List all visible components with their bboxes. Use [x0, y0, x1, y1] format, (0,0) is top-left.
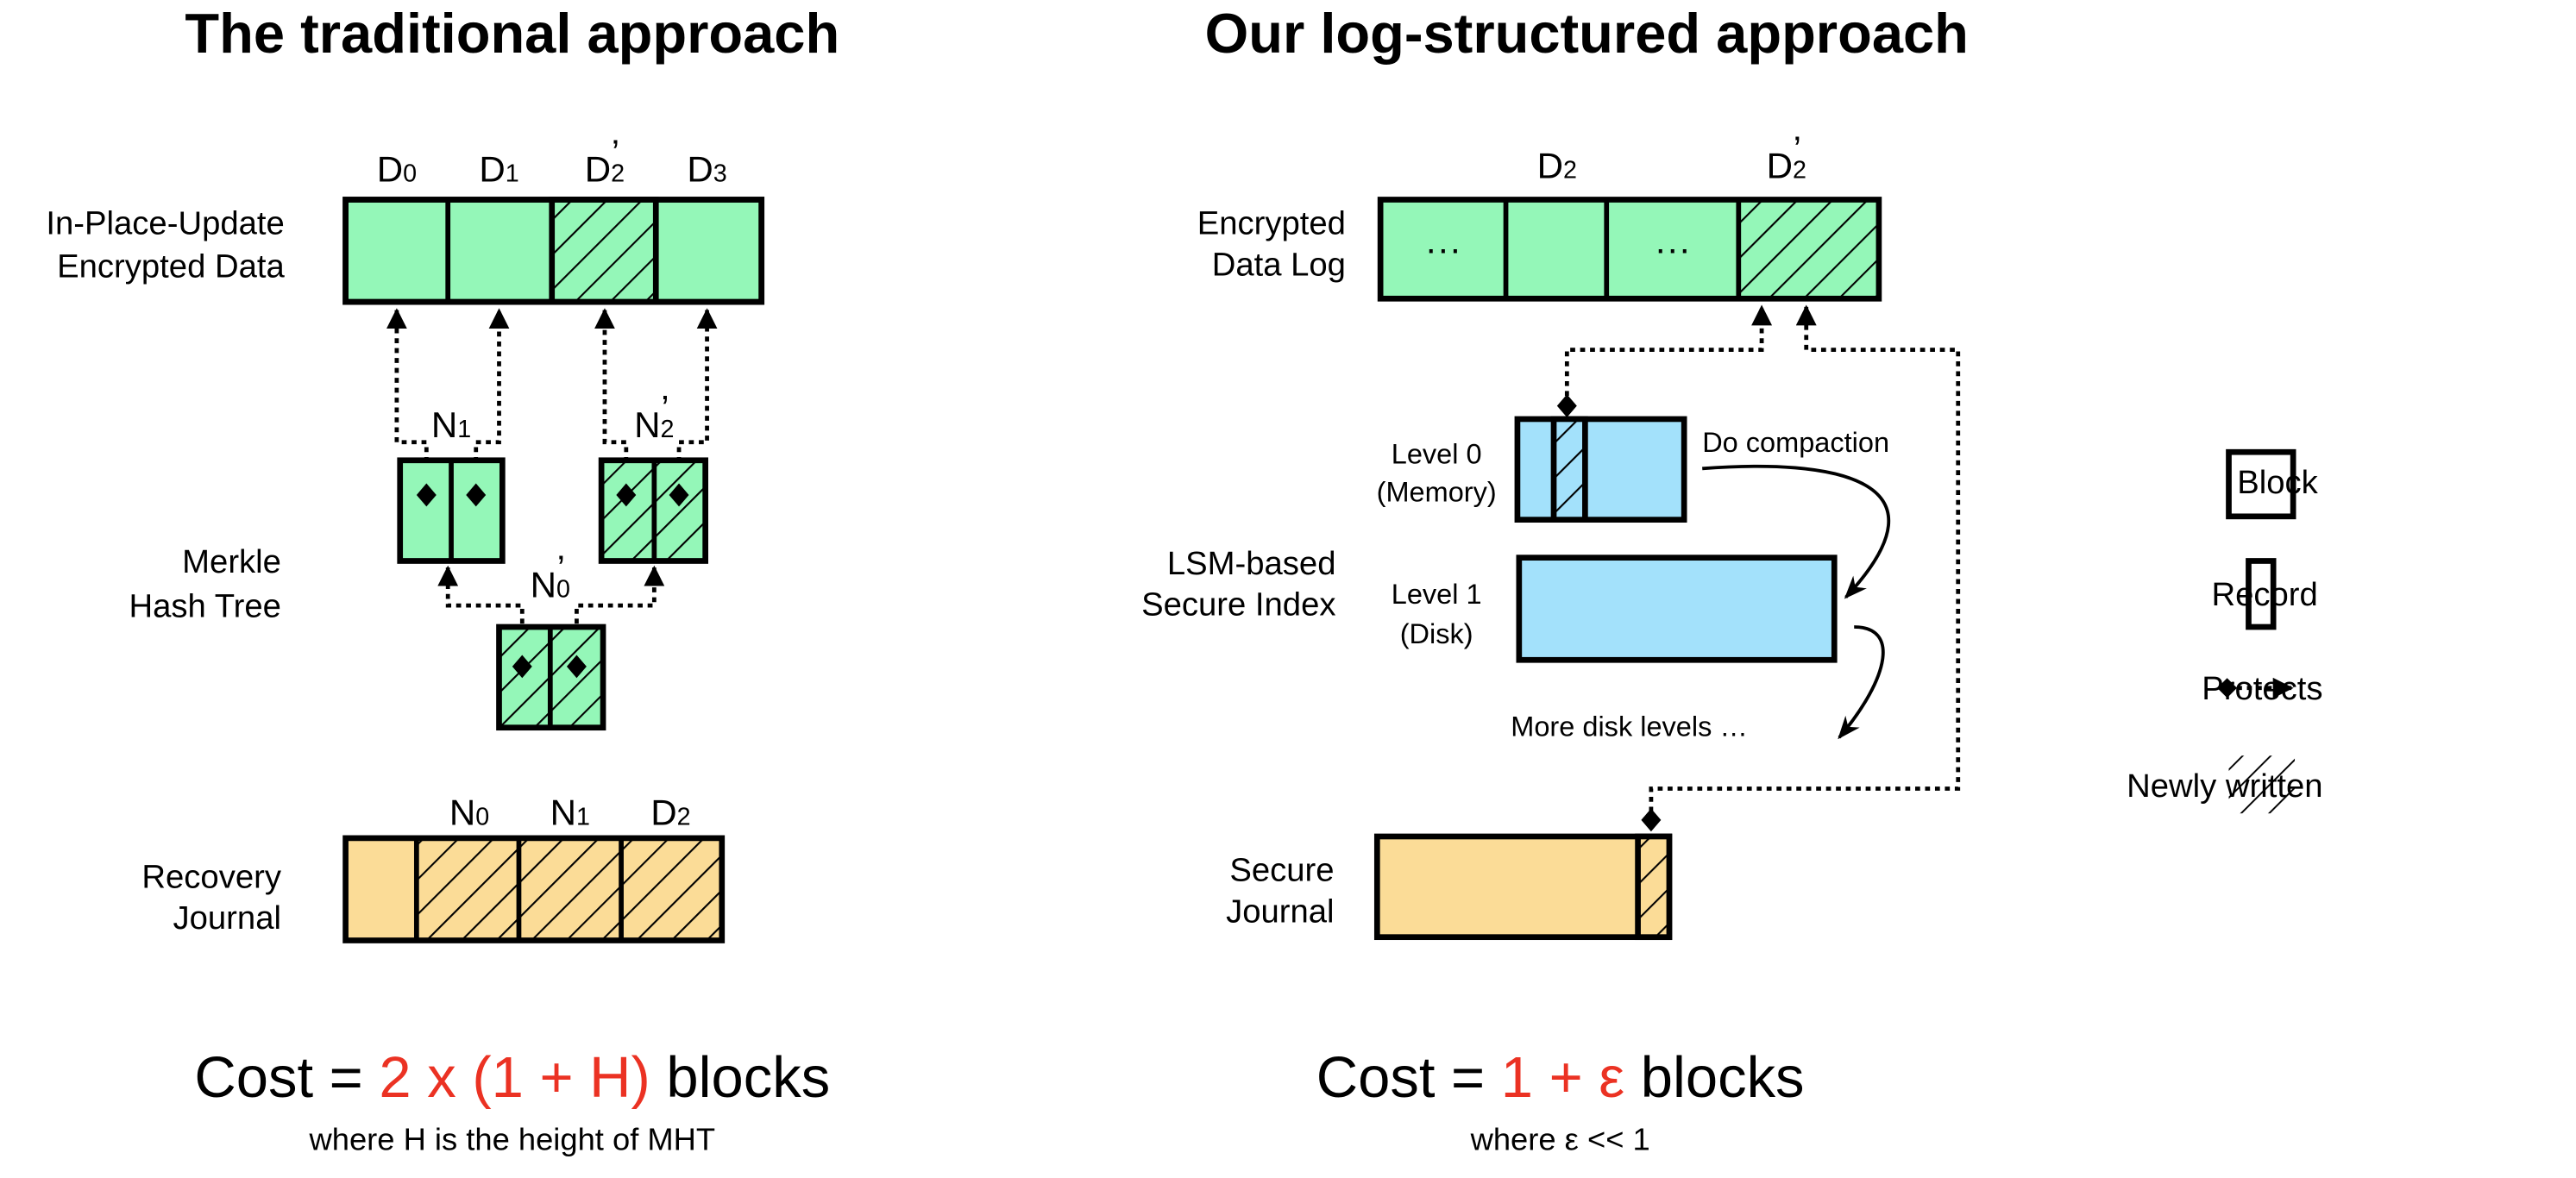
journal-label-d2: D2	[650, 793, 690, 833]
level1-label-1: Level 1	[1392, 579, 1482, 610]
merkle-label-1: Merkle	[182, 543, 281, 580]
block-label-d1: D1	[479, 148, 518, 189]
encrypted-data-blocks	[342, 197, 765, 305]
more-levels-label: More disk levels …	[1511, 711, 1748, 742]
diagram: The traditional approach In-Place-Update…	[46, 2, 2323, 1156]
journal-label-n0: N0	[449, 793, 489, 833]
block-label-d3: D3	[687, 148, 726, 189]
left-cost: Cost = 2 x (1 + H) blocks	[194, 1045, 830, 1110]
lsm-label-2: Secure Index	[1141, 586, 1335, 623]
level0-label-2: (Memory)	[1377, 477, 1497, 508]
merkle-node-n0-prime	[496, 623, 606, 731]
recovery-journal-blocks	[342, 835, 726, 943]
level0-label-1: Level 0	[1392, 439, 1482, 470]
node-label-n0-prime: N0’	[531, 548, 570, 605]
node-label-n1: N1	[431, 404, 471, 445]
recovery-label-1: Recovery	[141, 858, 281, 895]
merkle-node-n1	[397, 457, 506, 564]
legend-record: Record	[2212, 576, 2318, 613]
right-title: Our log-structured approach	[1205, 2, 1969, 65]
log-label-d2: D2	[1537, 146, 1577, 186]
legend: Block Record Protects Newly written	[2127, 448, 2323, 814]
right-cost-note: where ε << 1	[1470, 1121, 1650, 1156]
lsm-label-1: LSM-based	[1167, 545, 1336, 582]
block-label-d0: D0	[377, 148, 417, 189]
legend-block: Block	[2237, 464, 2318, 501]
secure-journal-box	[1373, 833, 1673, 941]
compaction-label: Do compaction	[1702, 427, 1889, 458]
merkle-node-n2-prime	[598, 457, 709, 564]
node-label-n2-prime: N2’	[634, 388, 674, 445]
merkle-label-2: Hash Tree	[129, 588, 281, 625]
log-label-2: Data Log	[1212, 246, 1346, 283]
level1-disk-box	[1516, 555, 1838, 663]
level1-label-2: (Disk)	[1400, 618, 1473, 649]
legend-protects: Protects	[2202, 670, 2322, 707]
in-place-label-2: Encrypted Data	[57, 248, 285, 285]
level0-memory-box	[1514, 416, 1687, 523]
journal-label-n1: N1	[550, 793, 590, 833]
left-cost-note: where H is the height of MHT	[308, 1121, 715, 1156]
log-ellipsis-2: ···	[1655, 228, 1691, 268]
log-label-d2-prime: D2’	[1767, 128, 1806, 185]
secure-journal-label-1: Secure	[1229, 852, 1334, 889]
secure-journal-label-2: Journal	[1226, 893, 1334, 930]
right-cost: Cost = 1 + ε blocks	[1316, 1045, 1805, 1110]
left-title: The traditional approach	[185, 2, 839, 65]
more-levels-arrow	[1838, 625, 1885, 740]
recovery-label-2: Journal	[173, 899, 281, 937]
in-place-label-1: In-Place-Update	[46, 205, 284, 242]
log-label-1: Encrypted	[1197, 205, 1346, 242]
legend-newly-written: Newly written	[2127, 768, 2322, 805]
block-label-d2-prime: D2’	[585, 132, 625, 189]
log-ellipsis-1: ···	[1425, 228, 1461, 268]
